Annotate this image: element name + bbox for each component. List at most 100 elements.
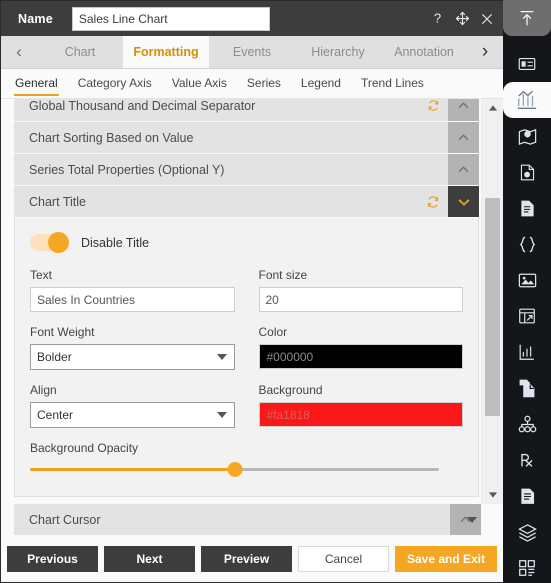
toggle-knob xyxy=(48,232,69,253)
title-text-field: Text xyxy=(30,268,235,312)
grid-blocks-icon[interactable] xyxy=(503,550,551,583)
accordion-toggle-button[interactable] xyxy=(448,99,479,121)
subtab-general[interactable]: General xyxy=(14,71,59,96)
background-opacity-label: Background Opacity xyxy=(30,441,139,455)
scroll-down-arrow[interactable] xyxy=(467,516,477,523)
subtab-category-axis[interactable]: Category Axis xyxy=(77,71,153,96)
accordion-toggle-button[interactable] xyxy=(448,122,479,153)
tab-chart[interactable]: Chart xyxy=(37,36,123,68)
prescription-rx-icon[interactable] xyxy=(503,442,551,478)
refresh-icon[interactable] xyxy=(426,195,440,209)
preview-button[interactable]: Preview xyxy=(201,545,292,572)
background-picker-input[interactable]: #fa1818 xyxy=(258,402,463,427)
accordion-title: Series Total Properties (Optional Y) xyxy=(29,162,225,177)
accordion-chart-cursor[interactable]: Chart Cursor xyxy=(14,504,481,535)
font-size-field: Font size xyxy=(258,268,463,312)
accordion-title: Chart Sorting Based on Value xyxy=(29,130,194,145)
settings-scroll-area: Global Thousand and Decimal Separator Ch… xyxy=(1,99,503,504)
cancel-button[interactable]: Cancel xyxy=(298,545,389,572)
document-text-icon[interactable] xyxy=(503,190,551,226)
accordion-toggle-button[interactable] xyxy=(448,186,479,217)
main-panel: Name ? ‹ xyxy=(0,0,503,583)
slider-thumb[interactable] xyxy=(227,461,242,477)
slider-fill xyxy=(30,467,235,471)
copy-document-icon[interactable] xyxy=(503,370,551,406)
layout-panel-icon[interactable] xyxy=(503,46,551,82)
color-picker-input[interactable]: #000000 xyxy=(258,344,463,369)
font-weight-label: Font Weight xyxy=(30,325,95,339)
color-field: Color #000000 xyxy=(258,325,463,370)
background-label: Background xyxy=(258,383,323,397)
subtab-value-axis[interactable]: Value Axis xyxy=(171,71,228,96)
move-icon[interactable] xyxy=(454,11,470,27)
save-and-exit-button[interactable]: Save and Exit xyxy=(395,545,497,572)
code-braces-icon[interactable] xyxy=(503,226,551,262)
title-text-input[interactable] xyxy=(30,287,235,312)
tabs-next-arrow[interactable]: › xyxy=(467,36,503,68)
svg-text:?: ? xyxy=(433,11,440,26)
document-chart-icon[interactable] xyxy=(503,154,551,190)
accordion-title: Chart Cursor xyxy=(29,512,101,527)
settings-scrollbar[interactable] xyxy=(481,99,503,504)
accordion-title: Global Thousand and Decimal Separator xyxy=(29,99,256,113)
bar-chart-icon[interactable] xyxy=(503,82,551,118)
chart-name-input[interactable] xyxy=(71,6,270,31)
color-label: Color xyxy=(258,325,288,339)
font-weight-value: Bolder xyxy=(37,350,72,364)
document-list-icon[interactable] xyxy=(503,478,551,514)
tab-formatting[interactable]: Formatting xyxy=(123,36,209,68)
scrollbar-thumb[interactable] xyxy=(485,198,500,416)
close-icon[interactable] xyxy=(479,11,495,27)
scrollbar-trough[interactable] xyxy=(482,117,503,486)
tab-hierarchy[interactable]: Hierarchy xyxy=(295,36,381,68)
align-value: Center xyxy=(37,408,74,422)
disable-title-row: Disable Title xyxy=(30,232,463,253)
disable-title-label: Disable Title xyxy=(81,235,150,250)
line-chart-icon[interactable] xyxy=(503,334,551,370)
next-button[interactable]: Next xyxy=(104,545,195,572)
tab-annotation[interactable]: Annotation xyxy=(381,36,467,68)
subtab-series[interactable]: Series xyxy=(246,71,282,96)
subtab-trend-lines[interactable]: Trend Lines xyxy=(360,71,425,96)
image-icon[interactable] xyxy=(503,262,551,298)
accordion-global-separator[interactable]: Global Thousand and Decimal Separator xyxy=(14,99,479,121)
refresh-icon[interactable] xyxy=(427,99,440,112)
formatting-subtabs: General Category Axis Value Axis Series … xyxy=(1,69,503,99)
scroll-down-arrow[interactable] xyxy=(482,486,504,504)
align-label: Align xyxy=(30,383,57,397)
chart-cursor-section: Chart Cursor xyxy=(1,504,503,535)
background-field: Background #fa1818 xyxy=(258,383,463,428)
upload-arrow-icon[interactable] xyxy=(503,0,551,36)
accordion-toggle-button[interactable] xyxy=(448,154,479,185)
align-field: Align Center xyxy=(30,383,235,428)
scroll-up-arrow[interactable] xyxy=(482,99,504,117)
map-pin-icon[interactable] xyxy=(503,118,551,154)
chart-title-settings-panel: Disable Title Text Font size xyxy=(14,218,479,497)
tab-events[interactable]: Events xyxy=(209,36,295,68)
chevron-down-icon xyxy=(216,412,227,418)
accordion-chart-sorting[interactable]: Chart Sorting Based on Value xyxy=(14,122,479,153)
font-size-label: Font size xyxy=(258,268,308,282)
right-icon-rail xyxy=(503,0,551,583)
disable-title-toggle[interactable] xyxy=(30,232,69,253)
tabs-prev-arrow[interactable]: ‹ xyxy=(1,36,37,68)
previous-button[interactable]: Previous xyxy=(7,545,98,572)
name-label: Name xyxy=(18,11,53,26)
chart-formatting-dialog: Name ? ‹ xyxy=(0,0,551,583)
subtab-legend[interactable]: Legend xyxy=(300,71,342,96)
layers-icon[interactable] xyxy=(503,514,551,550)
color-value: #000000 xyxy=(266,349,314,364)
hierarchy-icon[interactable] xyxy=(503,406,551,442)
accordion-series-total-properties[interactable]: Series Total Properties (Optional Y) xyxy=(14,154,479,185)
table-insert-icon[interactable] xyxy=(503,298,551,334)
accordion-chart-title[interactable]: Chart Title xyxy=(14,186,479,217)
background-opacity-field: Background Opacity xyxy=(30,441,463,478)
background-opacity-slider[interactable] xyxy=(30,460,439,478)
font-size-input[interactable] xyxy=(258,287,463,312)
accordion-title: Chart Title xyxy=(29,194,86,209)
question-mark-icon[interactable]: ? xyxy=(429,11,445,27)
main-tabstrip: ‹ Chart Formatting Events Hierarchy Anno… xyxy=(1,36,503,69)
title-text-label: Text xyxy=(30,268,53,282)
font-weight-select[interactable]: Bolder xyxy=(30,344,235,370)
align-select[interactable]: Center xyxy=(30,402,235,428)
